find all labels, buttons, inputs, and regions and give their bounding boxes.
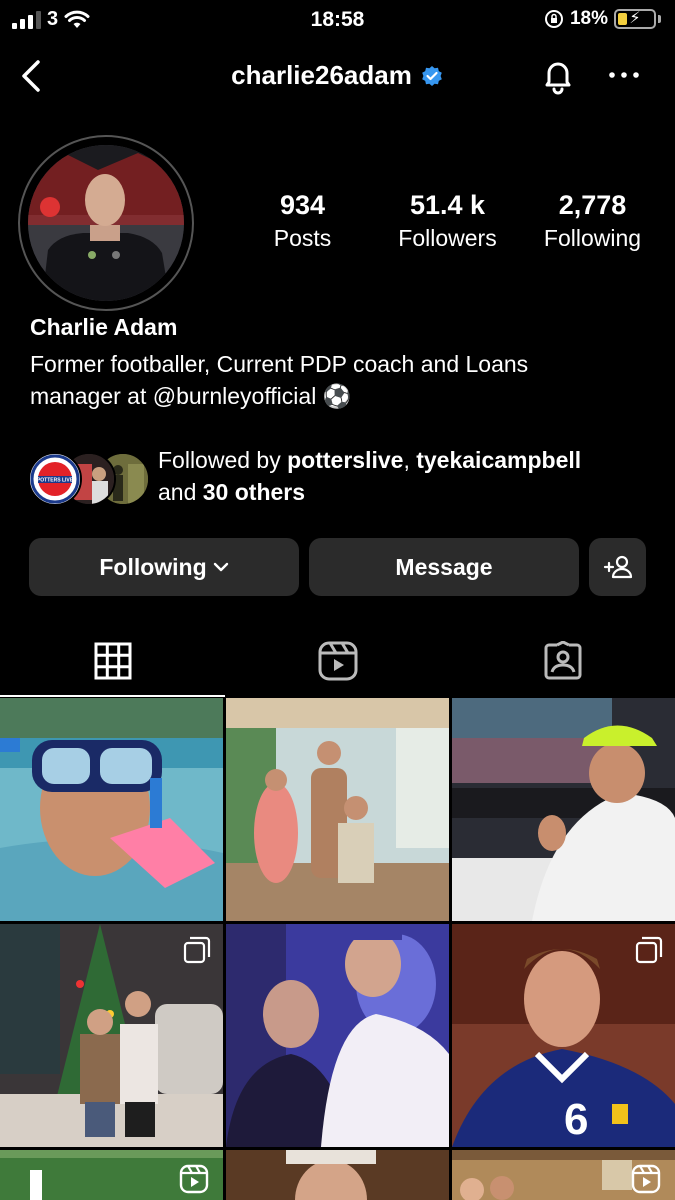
mutual-followers-avatars: POTTERS LIVE bbox=[28, 448, 150, 506]
suggested-users-button[interactable] bbox=[589, 538, 646, 596]
reels-icon bbox=[631, 1164, 661, 1194]
post-tile[interactable] bbox=[452, 1150, 675, 1200]
posts-count: 934 bbox=[279, 190, 326, 220]
post-tile[interactable] bbox=[0, 924, 223, 1147]
profile-stats: 934 Posts 51.4 k Followers 2,778 Followi… bbox=[230, 188, 665, 254]
following-button-label: Following bbox=[99, 553, 207, 580]
message-button-label: Message bbox=[395, 553, 493, 580]
mutual-avatar-text: POTTERS LIVE bbox=[37, 478, 74, 484]
tab-tagged[interactable] bbox=[450, 625, 675, 697]
mutual-user-2[interactable]: tyekaicampbell bbox=[416, 447, 581, 473]
status-bar: 3 18:58 18% ⚡ bbox=[0, 0, 675, 40]
battery-percent: 18% bbox=[569, 8, 608, 29]
bio-line-1: Former footballer, Current PDP coach and… bbox=[30, 351, 529, 377]
profile-actions: Following Message bbox=[29, 538, 646, 596]
more-options-icon[interactable] bbox=[606, 60, 642, 90]
post-tile[interactable] bbox=[0, 698, 223, 921]
followed-by-section[interactable]: POTTERS LIVE Followed by potterslive, ty… bbox=[28, 444, 668, 508]
grid-icon bbox=[94, 642, 131, 680]
mutual-user-1[interactable]: potterslive bbox=[287, 447, 403, 473]
chevron-down-icon bbox=[213, 562, 228, 572]
username-label: charlie26adam bbox=[231, 60, 412, 90]
svg-text:6: 6 bbox=[564, 1095, 588, 1144]
post-tile[interactable] bbox=[0, 1150, 223, 1200]
post-tile[interactable] bbox=[226, 924, 449, 1147]
message-button[interactable]: Message bbox=[309, 538, 579, 596]
following-stat[interactable]: 2,778 Following bbox=[520, 188, 665, 254]
bio-line-2[interactable]: manager at @burnleyofficial ⚽ bbox=[30, 380, 630, 412]
notification-bell-icon[interactable] bbox=[538, 56, 578, 96]
followers-stat[interactable]: 51.4 k Followers bbox=[375, 188, 520, 254]
tagged-icon bbox=[544, 641, 581, 680]
following-button[interactable]: Following bbox=[29, 538, 299, 596]
battery-cap bbox=[658, 15, 661, 23]
top-nav: charlie26adam bbox=[0, 48, 675, 104]
followers-count: 51.4 k bbox=[409, 190, 486, 220]
and-label: and bbox=[158, 479, 203, 505]
separator: , bbox=[403, 447, 417, 473]
multiple-photos-icon bbox=[635, 936, 663, 964]
multiple-photos-icon bbox=[183, 936, 211, 964]
followed-by-text: Followed by potterslive, tyekaicampbell … bbox=[158, 444, 581, 508]
mutual-avatar-potterslive: POTTERS LIVE bbox=[28, 452, 82, 506]
profile-tabs bbox=[0, 625, 675, 697]
post-tile[interactable] bbox=[452, 698, 675, 921]
battery-icon: ⚡ bbox=[614, 9, 656, 29]
followers-label: Followers bbox=[398, 225, 497, 251]
following-count: 2,778 bbox=[558, 190, 627, 220]
following-label: Following bbox=[543, 225, 642, 251]
profile-name: Charlie Adam bbox=[30, 314, 178, 340]
profile-avatar-ring[interactable] bbox=[18, 135, 194, 311]
post-tile[interactable] bbox=[226, 698, 449, 921]
posts-label: Posts bbox=[273, 225, 332, 251]
reels-icon bbox=[179, 1164, 209, 1194]
post-tile[interactable] bbox=[226, 1150, 449, 1200]
reels-icon bbox=[318, 641, 357, 681]
tab-grid[interactable] bbox=[0, 625, 225, 697]
profile-avatar[interactable] bbox=[28, 145, 184, 301]
others-count[interactable]: 30 others bbox=[203, 479, 305, 505]
profile-bio: Former footballer, Current PDP coach and… bbox=[30, 348, 630, 412]
status-right: 18% ⚡ bbox=[544, 8, 661, 30]
posts-stat[interactable]: 934 Posts bbox=[230, 188, 375, 254]
post-tile[interactable]: 6 bbox=[452, 924, 675, 1147]
tab-reels[interactable] bbox=[225, 625, 450, 697]
add-person-icon bbox=[603, 555, 632, 579]
rotation-lock-icon bbox=[544, 10, 563, 28]
followed-by-prefix: Followed by bbox=[158, 447, 288, 473]
verified-badge-icon bbox=[422, 65, 442, 86]
